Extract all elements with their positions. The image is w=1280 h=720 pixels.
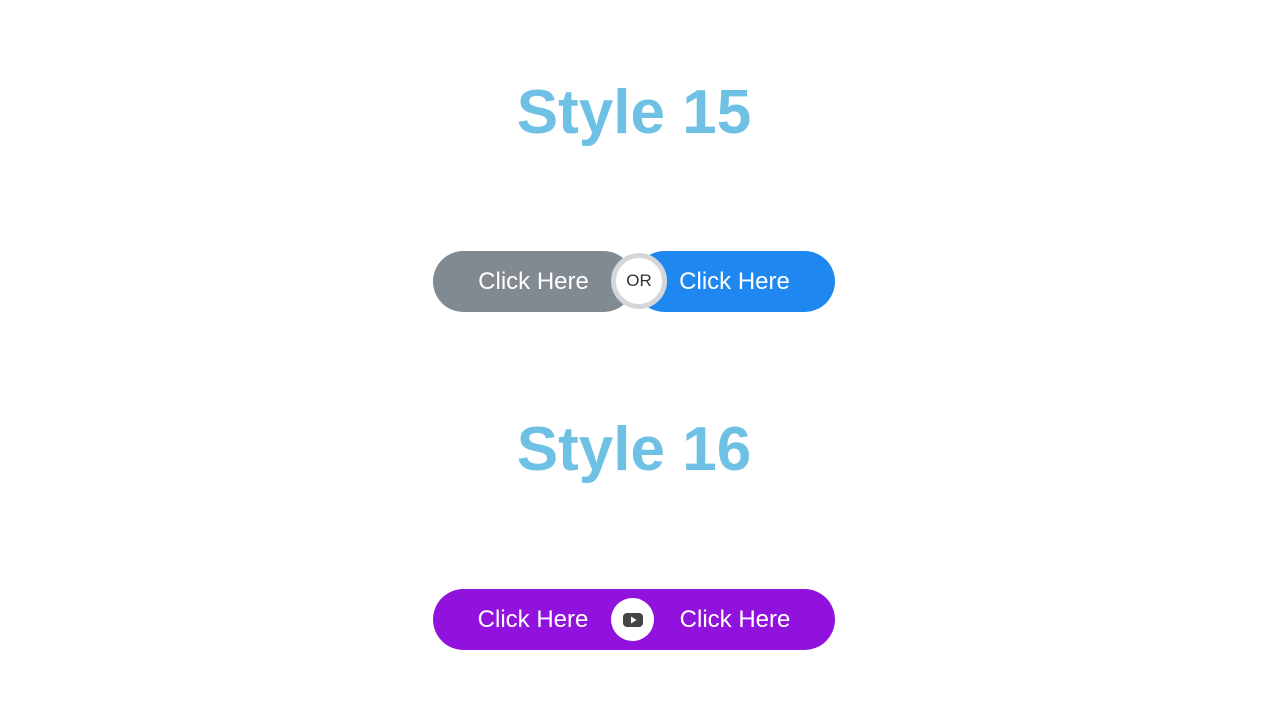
style-16-dual-button: Click Here Click Here	[433, 589, 835, 650]
style-15-left-button[interactable]: Click Here	[433, 251, 634, 312]
style-15-title: Style 15	[516, 78, 752, 147]
style-16-left-button[interactable]: Click Here	[443, 589, 623, 650]
style-15-or-divider: OR	[611, 253, 667, 309]
style-15-dual-button: Click Here Click Here OR	[433, 251, 835, 312]
style-16-right-button[interactable]: Click Here	[645, 589, 825, 650]
youtube-play-icon	[622, 612, 643, 627]
page: Style 15 Click Here Click Here OR Style …	[0, 0, 1280, 720]
style-16-title: Style 16	[516, 415, 752, 484]
